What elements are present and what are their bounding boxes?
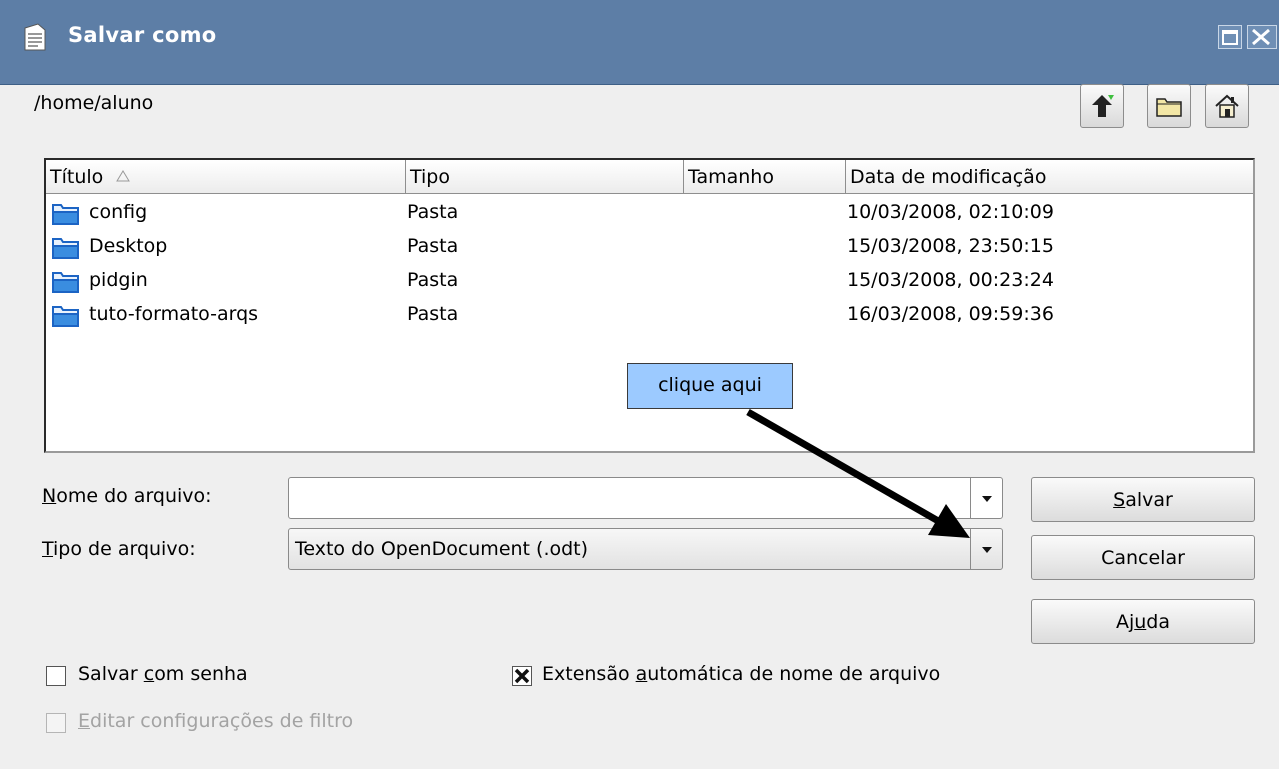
annotation-callout: clique aqui [627, 363, 793, 409]
